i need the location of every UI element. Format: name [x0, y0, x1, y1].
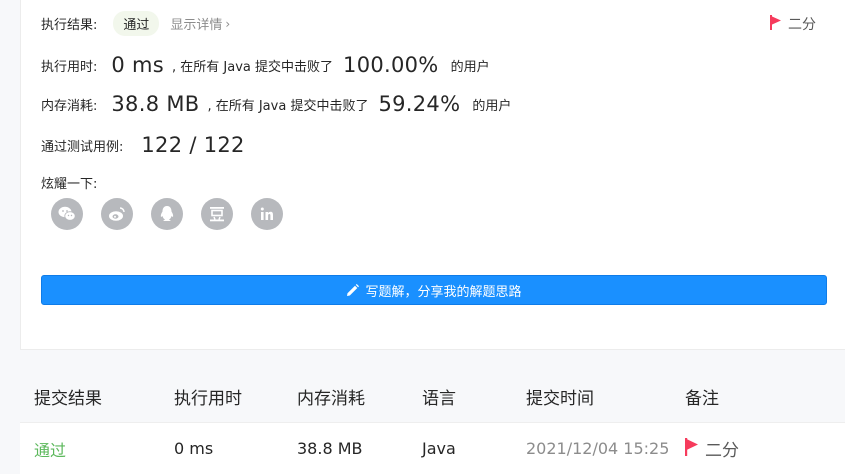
memory-beat-text: , 在所有 Java 提交中击败了	[207, 98, 369, 114]
write-solution-button[interactable]: 写题解，分享我的解题思路	[41, 275, 827, 305]
table-row[interactable]: 通过 0 ms 38.8 MB Java 2021/12/04 15:25 二分	[20, 422, 845, 474]
memory-suffix: 的用户	[472, 98, 512, 114]
header-runtime: 执行用时	[174, 388, 242, 409]
row-memory: 38.8 MB	[297, 439, 363, 458]
row-time: 2021/12/04 15:25	[526, 439, 670, 458]
table-header: 提交结果 执行用时 内存消耗 语言 提交时间 备注	[20, 370, 845, 422]
flag-icon	[770, 14, 782, 34]
share-row-label: 炫耀一下:	[41, 173, 97, 192]
memory-value: 38.8 MB	[111, 92, 200, 116]
runtime-label: 执行用时:	[41, 59, 98, 75]
weibo-icon[interactable]	[101, 198, 133, 230]
header-time: 提交时间	[526, 388, 594, 409]
row-runtime: 0 ms	[174, 439, 214, 458]
row-note[interactable]: 二分	[685, 436, 739, 461]
share-icons	[51, 198, 283, 230]
row-language: Java	[422, 439, 456, 458]
header-note: 备注	[685, 388, 719, 409]
result-label: 执行结果:	[41, 18, 98, 33]
write-solution-label: 写题解，分享我的解题思路	[365, 284, 522, 300]
show-details-label: 显示详情	[170, 18, 223, 33]
row-note-label: 二分	[705, 441, 739, 461]
row-result[interactable]: 通过	[34, 437, 66, 461]
runtime-suffix: 的用户	[450, 59, 490, 75]
wechat-icon[interactable]	[51, 198, 83, 230]
runtime-value: 0 ms	[111, 53, 165, 77]
difficulty-tag[interactable]: 二分	[770, 14, 816, 34]
memory-row: 内存消耗: 38.8 MB , 在所有 Java 提交中击败了 59.24% 的…	[41, 92, 511, 116]
douban-icon[interactable]	[201, 198, 233, 230]
chevron-right-icon: ›	[225, 16, 231, 31]
submission-result-card: 执行结果: 通过 显示详情 › 二分 执行用时: 0 ms , 在所有 Java…	[20, 0, 845, 350]
difficulty-label: 二分	[788, 17, 816, 33]
tests-label: 通过测试用例:	[41, 139, 124, 155]
tests-row: 通过测试用例: 122 / 122	[41, 133, 245, 157]
result-row: 执行结果: 通过 显示详情 ›	[41, 11, 230, 36]
header-memory: 内存消耗	[297, 388, 365, 409]
runtime-percent: 100.00%	[343, 53, 439, 77]
runtime-beat-text: , 在所有 Java 提交中击败了	[172, 59, 334, 75]
show-details-link[interactable]: 显示详情 ›	[170, 14, 231, 34]
flag-icon	[685, 437, 699, 460]
memory-percent: 59.24%	[378, 92, 461, 116]
pencil-icon	[346, 283, 360, 297]
runtime-row: 执行用时: 0 ms , 在所有 Java 提交中击败了 100.00% 的用户	[41, 53, 490, 77]
status-badge: 通过	[113, 11, 160, 36]
header-language: 语言	[422, 388, 456, 409]
linkedin-icon[interactable]	[251, 198, 283, 230]
header-result: 提交结果	[34, 388, 102, 409]
submissions-table: 提交结果 执行用时 内存消耗 语言 提交时间 备注 通过 0 ms 38.8 M…	[20, 370, 845, 474]
share-label: 炫耀一下:	[41, 177, 98, 192]
memory-label: 内存消耗:	[41, 98, 98, 114]
qq-icon[interactable]	[151, 198, 183, 230]
tests-value: 122 / 122	[141, 133, 245, 157]
